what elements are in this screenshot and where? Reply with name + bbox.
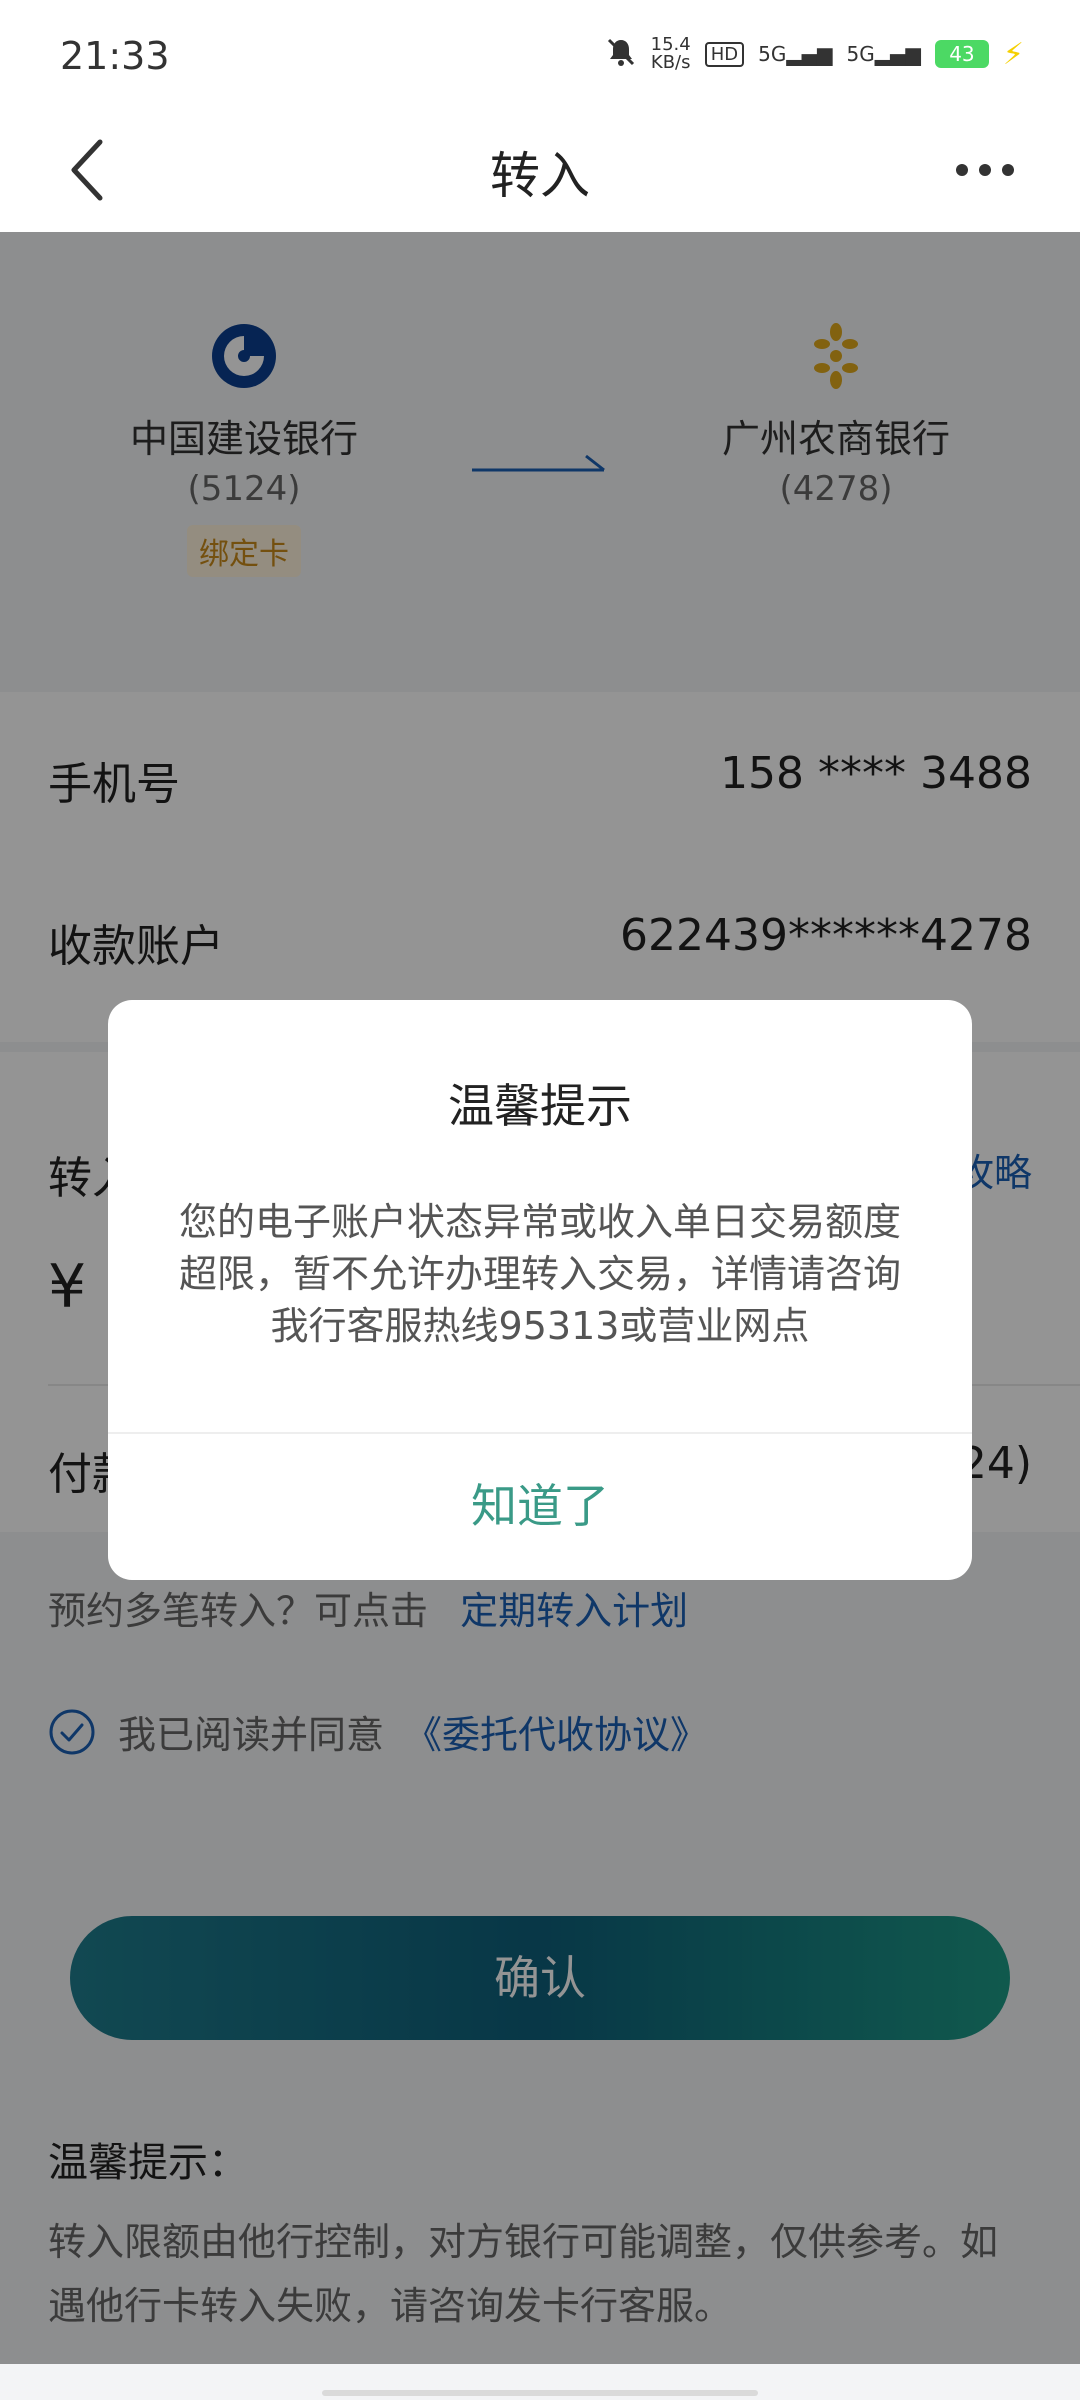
signal-icon-sim1: 5G▂▄▆	[758, 42, 833, 66]
dialog-message: 您的电子账户状态异常或收入单日交易额度超限，暂不允许办理转入交易，详情请咨询我行…	[178, 1200, 901, 1348]
dialog-ok-button[interactable]: 知道了	[108, 1432, 972, 1580]
hd-voice-icon: HD	[704, 41, 745, 67]
home-indicator[interactable]	[322, 2390, 758, 2396]
net-speed: 15.4 KB/s	[650, 34, 691, 73]
status-time: 21:33	[60, 34, 170, 78]
dialog-title: 温馨提示	[448, 1079, 632, 1133]
more-dots-icon	[956, 164, 1014, 176]
page-title: 转入	[490, 147, 590, 205]
mute-bell-icon	[605, 36, 637, 72]
signal-icon-sim2: 5G▂▄▆	[846, 42, 921, 66]
status-icons: 15.4 KB/s HD 5G▂▄▆ 5G▂▄▆ 43 ⚡	[605, 36, 1024, 72]
nav-bar: 转入	[0, 110, 1080, 232]
battery-icon: 43	[934, 40, 989, 68]
status-bar: 21:33 15.4 KB/s HD 5G▂▄▆ 5G▂▄▆ 43 ⚡	[0, 0, 1080, 110]
alert-dialog: 温馨提示 您的电子账户状态异常或收入单日交易额度超限，暂不允许办理转入交易，详情…	[108, 1000, 972, 1580]
charging-icon: ⚡	[1002, 36, 1024, 72]
more-button[interactable]	[950, 140, 1020, 200]
